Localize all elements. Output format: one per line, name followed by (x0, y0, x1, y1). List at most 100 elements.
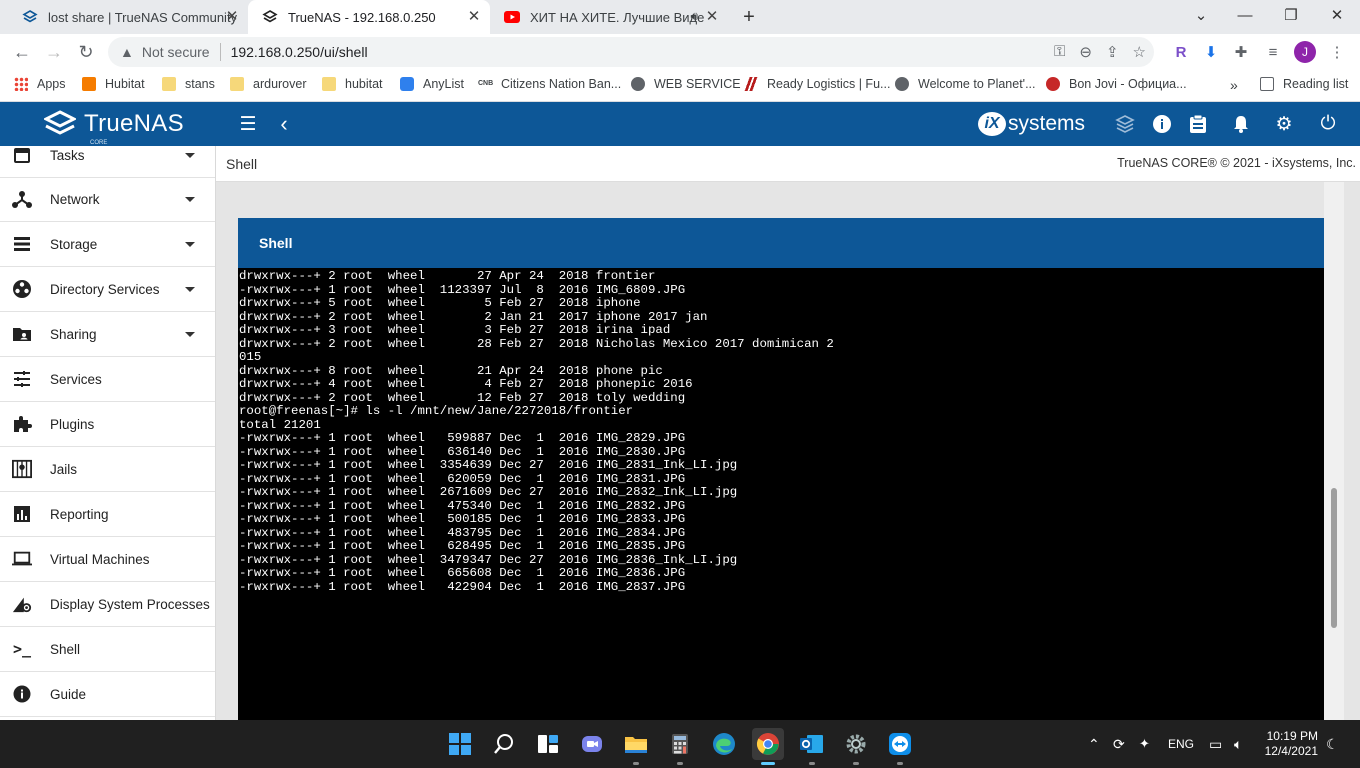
sidebar-item-reporting[interactable]: Reporting (0, 492, 215, 537)
bookmark-item[interactable]: CNB Citizens Nation Ban... (478, 77, 621, 91)
close-icon[interactable]: ✕ (704, 9, 720, 25)
reload-button[interactable]: ↻ (72, 38, 100, 66)
bookmark-item[interactable]: Hubitat (82, 77, 145, 91)
menu-dots-icon[interactable]: ⋮ (1326, 41, 1348, 63)
task-manager-icon[interactable] (1186, 112, 1210, 136)
bookmark-item[interactable]: Ready Logistics | Fu... (744, 77, 890, 91)
bookmark-item[interactable]: hubitat (322, 77, 383, 91)
teams-chat-icon[interactable] (576, 728, 608, 760)
sidebar-item-tasks[interactable]: Tasks (0, 146, 215, 178)
extension-r-icon[interactable]: R (1170, 41, 1192, 63)
warning-icon[interactable]: ▲ (120, 44, 134, 60)
settings-gear-icon[interactable]: ⚙ (1272, 112, 1296, 136)
language-indicator[interactable]: ENG (1168, 720, 1194, 768)
sidebar-item-storage[interactable]: Storage (0, 222, 215, 267)
sync-icon[interactable]: ⟳ (1113, 720, 1125, 768)
download-icon[interactable]: ⬇ (1200, 41, 1222, 63)
bookmarks-overflow-button[interactable]: » (1230, 77, 1238, 93)
search-icon[interactable] (488, 728, 520, 760)
ixsystems-logo[interactable]: iX systems (978, 112, 1085, 136)
start-windows-icon[interactable] (444, 728, 476, 760)
sidebar-item-network[interactable]: Network (0, 177, 215, 222)
volume-icon[interactable]: 🔈︎ (1234, 720, 1242, 768)
url-text[interactable]: 192.168.0.250/ui/shell (231, 44, 368, 60)
terminal-line: -rwxrwx---+ 1 root wheel 500185 Dec 1 20… (239, 512, 686, 526)
bookmark-label: hubitat (345, 77, 383, 91)
terminal-line: drwxrwx---+ 8 root wheel 21 Apr 24 2018 … (239, 363, 663, 378)
browser-tab[interactable]: ХИТ НА ХИТЕ. Лучшие Виде 🔊︎ ✕ (490, 0, 728, 34)
key-icon[interactable]: ⚿ (1054, 43, 1065, 61)
minimize-button[interactable]: — (1222, 0, 1268, 30)
network-monitor-icon[interactable]: ▭ (1209, 720, 1222, 768)
bookmark-item[interactable]: stans (162, 77, 215, 91)
back-button[interactable]: ← (8, 38, 36, 66)
sidebar-item-display-system-processes[interactable]: Display System Processes (0, 582, 215, 627)
notifications-bell-icon[interactable] (1229, 112, 1253, 136)
zoom-icon[interactable]: ⊖ (1079, 43, 1092, 61)
sidebar-item-guide[interactable]: Guide (0, 672, 215, 717)
bookmark-item[interactable]: AnyList (400, 77, 464, 91)
bookmark-item[interactable]: Welcome to Planet'... (895, 77, 1036, 91)
tune-icon (12, 369, 32, 389)
info-icon[interactable] (1150, 112, 1174, 136)
sidebar-item-shell[interactable]: >_ Shell (0, 627, 215, 672)
calculator-icon[interactable] (664, 728, 696, 765)
terminal-line: -rwxrwx---+ 1 root wheel 422904 Dec 1 20… (239, 579, 686, 594)
notification-moon-icon[interactable]: ☾ (1326, 720, 1339, 768)
extensions-puzzle-icon[interactable]: ✚ (1230, 41, 1252, 63)
app-header: TrueNAS CORE ☰ ‹ iX systems ⚙ ⏻ (0, 102, 1360, 146)
close-icon[interactable]: ✕ (466, 9, 482, 25)
close-icon[interactable]: ✕ (224, 9, 240, 25)
browser-tab-active[interactable]: TrueNAS - 192.168.0.250 ✕ (248, 0, 490, 34)
address-bar[interactable]: ▲ Not secure 192.168.0.250/ui/shell ⚿ ⊖ … (108, 37, 1154, 67)
menu-hamburger-icon[interactable]: ☰ (236, 112, 260, 136)
dropbox-icon[interactable]: ✦ (1139, 720, 1150, 768)
cnb-logo-icon: CNB (478, 80, 494, 87)
restore-button[interactable]: ❐ (1268, 0, 1314, 30)
tab-search-chevron-icon[interactable]: ⌄ (1178, 0, 1224, 30)
page-scrollbar[interactable] (1324, 182, 1344, 720)
media-control-icon[interactable]: ≡ (1262, 41, 1284, 63)
chevron-up-icon[interactable]: ⌃ (1088, 720, 1100, 768)
outlook-icon[interactable] (796, 728, 828, 765)
task-view-icon[interactable] (532, 728, 564, 760)
forward-button[interactable]: → (40, 38, 68, 66)
profile-avatar[interactable]: J (1294, 41, 1316, 63)
collapse-chevron-icon[interactable]: ‹ (272, 111, 296, 136)
bookmark-item[interactable]: Apps (14, 77, 66, 91)
bonjovi-icon (1046, 77, 1060, 91)
sidebar-item-jails[interactable]: Jails (0, 447, 215, 492)
sidebar-item-virtual-machines[interactable]: Virtual Machines (0, 537, 215, 582)
teamviewer-icon[interactable] (884, 728, 916, 765)
truenas-logo[interactable]: TrueNAS CORE (44, 110, 184, 146)
bookmark-star-icon[interactable]: ☆ (1133, 43, 1146, 61)
terminal-output[interactable]: drwxrwx---+ 2 root wheel 27 Apr 24 2018 … (238, 270, 1324, 720)
terminal-line: -rwxrwx---+ 1 root wheel 2671609 Dec 27 … (239, 485, 738, 499)
chart-icon (12, 504, 32, 524)
security-status[interactable]: Not secure (142, 44, 210, 60)
browser-toolbar: ← → ↻ ▲ Not secure 192.168.0.250/ui/shel… (0, 34, 1360, 70)
sidebar-item-directory-services[interactable]: Directory Services (0, 267, 215, 312)
power-icon[interactable]: ⏻ (1316, 112, 1340, 136)
chevron-down-icon (185, 153, 195, 158)
chrome-browser-icon[interactable] (752, 728, 784, 765)
folder-icon (162, 77, 176, 91)
truecommand-icon[interactable] (1113, 112, 1137, 136)
sidebar-item-plugins[interactable]: Plugins (0, 402, 215, 447)
new-tab-button[interactable]: + (737, 5, 761, 29)
clock[interactable]: 10:19 PM 12/4/2021 (1262, 720, 1318, 768)
reading-list-button[interactable]: Reading list (1260, 77, 1348, 91)
browser-tab[interactable]: lost share | TrueNAS Community ✕ (8, 0, 249, 34)
sidebar-item-services[interactable]: Services (0, 357, 215, 402)
share-icon[interactable]: ⇪ (1106, 43, 1119, 61)
speaker-icon[interactable]: 🔊︎ (690, 9, 698, 24)
bookmark-item[interactable]: WEB SERVICE (631, 77, 741, 91)
settings-gear-icon[interactable] (840, 728, 872, 765)
bookmark-item[interactable]: ardurover (230, 77, 307, 91)
scrollbar-thumb[interactable] (1331, 488, 1337, 628)
file-explorer-icon[interactable] (620, 728, 652, 765)
sidebar-item-sharing[interactable]: Sharing (0, 312, 215, 357)
edge-browser-icon[interactable] (708, 728, 740, 760)
close-window-button[interactable]: ✕ (1314, 0, 1360, 30)
bookmark-item[interactable]: Bon Jovi - Официа... (1046, 77, 1187, 91)
